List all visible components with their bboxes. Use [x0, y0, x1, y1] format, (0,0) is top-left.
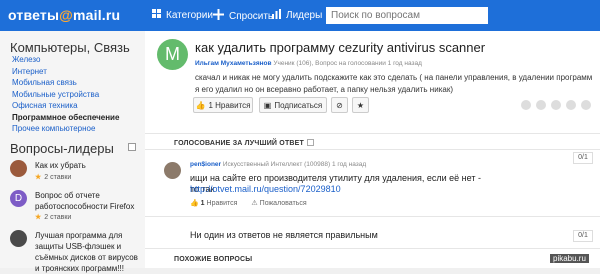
nav-ask[interactable]: Спросить [213, 9, 273, 23]
sidebar-item-other-computer[interactable]: Прочее компьютерное [12, 123, 119, 135]
question-title: как удалить программу cezurity antivirus… [195, 40, 486, 55]
thumbs-up-icon: 👍 [195, 100, 206, 110]
nav-categories[interactable]: Категории [152, 9, 213, 21]
question-author-avatar[interactable]: M [157, 39, 188, 70]
question-meta: Ильгам Мухаметьзянов Ученик (106), Вопро… [195, 60, 422, 67]
favorite-button[interactable]: ★ [352, 97, 369, 113]
leaders-title: Вопросы-лидеры [10, 141, 114, 156]
leader-stakes: ★ 2 ставки [35, 174, 72, 181]
avatar: D [10, 190, 27, 207]
no-answer-counter: 0/1 [573, 230, 593, 242]
answer-author-avatar[interactable] [164, 162, 181, 179]
star-icon: ★ [356, 100, 365, 110]
voting-section-title: ГОЛОСОВАНИЕ ЗА ЛУЧШИЙ ОТВЕТ [174, 139, 315, 147]
nav-leaders[interactable]: Лидеры [272, 9, 322, 22]
plus-icon [213, 9, 224, 23]
share-icon[interactable] [551, 100, 561, 110]
divider [145, 149, 600, 150]
divider [145, 133, 600, 134]
thumbs-up-icon: 👍 [190, 200, 199, 207]
block-icon: ⊘ [336, 100, 343, 110]
nav-categories-label: Категории [166, 9, 213, 21]
vote-counter: 0/1 [573, 152, 593, 164]
answer-actions: 👍 1 Нравится ⚠ Пожаловаться [190, 199, 307, 207]
like-button[interactable]: 👍 1 Нравится [193, 97, 253, 113]
share-icon[interactable] [581, 100, 591, 110]
share-icon[interactable] [536, 100, 546, 110]
avatar [10, 160, 27, 177]
question-meta-text: Ученик (106), Вопрос на голосовании 1 го… [273, 60, 422, 67]
leaders-toggle-checkbox[interactable] [128, 143, 136, 151]
similar-questions-title: ПОХОЖИЕ ВОПРОСЫ [174, 256, 253, 263]
info-icon[interactable] [307, 139, 315, 146]
answer-meta-text: Искусственный Интеллект (100988) 1 год н… [222, 161, 367, 168]
sidebar-item-hardware[interactable]: Железо [12, 54, 119, 66]
subscribe-icon: ▣ [263, 100, 272, 110]
avatar [10, 230, 27, 247]
sidebar-item-internet[interactable]: Интернет [12, 66, 119, 78]
divider [145, 248, 600, 249]
answer-author-link[interactable]: pen$ioner [190, 161, 221, 168]
block-button[interactable]: ⊘ [331, 97, 348, 113]
sidebar-item-mobile-devices[interactable]: Мобильные устройства [12, 89, 119, 101]
share-icon[interactable] [566, 100, 576, 110]
sidebar-item-software[interactable]: Программное обеспечение [12, 112, 119, 124]
nav-leaders-label: Лидеры [286, 10, 323, 21]
subscribe-button[interactable]: ▣ Подписаться [259, 97, 327, 113]
flag-icon: ⚠ [251, 200, 258, 207]
sidebar: Компьютеры, Связь Железо Интернет Мобиль… [0, 31, 145, 273]
top-navigation-bar: ответы@mail.ru Категории Спросить Лидеры [0, 0, 600, 31]
sidebar-item-office-equipment[interactable]: Офисная техника [12, 100, 119, 112]
question-author-link[interactable]: Ильгам Мухаметьзянов [195, 60, 272, 67]
divider [145, 216, 600, 217]
main-content: M как удалить программу cezurity antivir… [145, 31, 600, 268]
site-logo[interactable]: ответы@mail.ru [8, 7, 120, 25]
category-title: Компьютеры, Связь [10, 40, 130, 55]
grid-icon [152, 9, 161, 21]
nav-ask-label: Спросить [229, 10, 274, 22]
watermark: pikabu.ru [550, 254, 589, 263]
category-list: Железо Интернет Мобильная связь Мобильны… [12, 54, 119, 135]
leader-question-text: Лучшая программа для защиты USB-флэшек и… [35, 231, 138, 273]
answer-link[interactable]: http://otvet.mail.ru/question/72029810 [190, 184, 341, 194]
leader-stakes: ★ 2 ставки [35, 214, 72, 221]
answer-meta: pen$ioner Искусственный Интеллект (10098… [190, 161, 366, 168]
answer-like-button[interactable]: 👍 1 Нравится [190, 199, 237, 207]
star-icon: ★ [35, 174, 42, 181]
bar-chart-icon [272, 9, 281, 22]
search-input[interactable] [326, 7, 488, 24]
star-icon: ★ [35, 214, 42, 221]
no-correct-answer-option[interactable]: Ни один из ответов не является правильны… [190, 230, 378, 240]
answer-complain-button[interactable]: ⚠ Пожаловаться [251, 199, 306, 207]
sidebar-item-mobile-network[interactable]: Мобильная связь [12, 77, 119, 89]
question-body: скачал и никак не могу удалить подскажит… [195, 73, 593, 94]
share-icon[interactable] [521, 100, 531, 110]
leader-question-text: Вопрос об отчете работоспособности Firef… [35, 191, 135, 211]
leader-question-text: Как их убрать [35, 161, 86, 170]
